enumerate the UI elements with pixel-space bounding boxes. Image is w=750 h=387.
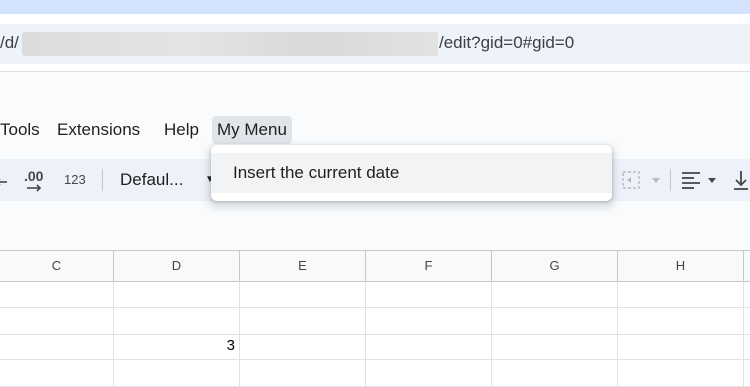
table-row: 3 [0,333,750,360]
column-header-d[interactable]: D [114,251,240,281]
cell[interactable] [366,281,492,307]
menu-extensions[interactable]: Extensions [52,116,145,144]
cell[interactable] [618,308,744,334]
cell[interactable] [240,281,366,307]
my-menu-dropdown: Insert the current date [211,145,612,201]
cell[interactable] [0,308,114,334]
decrease-decimal-icon [0,179,7,185]
spreadsheet-grid[interactable]: C D E F G H 3 [0,250,750,387]
url-field[interactable]: /d/ /edit?gid=0#gid=0 [0,24,750,64]
column-header-h[interactable]: H [618,251,744,281]
url-suffix: /edit?gid=0#gid=0 [439,33,575,52]
cell[interactable] [492,360,618,386]
cell[interactable] [618,281,744,307]
menu-item-insert-current-date[interactable]: Insert the current date [211,153,612,193]
redacted-document-id [22,32,438,56]
cell[interactable] [618,333,744,359]
column-header-f[interactable]: F [366,251,492,281]
font-family-select[interactable]: Defaul... ▼ [120,159,216,201]
menu-item-label: Insert the current date [233,163,400,182]
toolbar-separator [670,169,671,191]
number-format-button[interactable]: 123 [64,159,90,201]
table-row [0,308,750,335]
table-row [0,360,750,387]
menu-help[interactable]: Help [159,116,204,144]
url-prefix: /d/ [0,33,19,52]
column-header-e[interactable]: E [240,251,366,281]
cell[interactable] [0,333,114,359]
font-family-value: Defaul... [120,170,184,189]
cell[interactable] [492,333,618,359]
vertical-align-bottom-icon [734,171,748,190]
decrease-decimal-button[interactable] [0,159,10,201]
browser-top-strip [0,0,750,14]
table-row [0,281,750,308]
align-left-icon [682,172,716,189]
column-header-g[interactable]: G [492,251,618,281]
toolbar-separator [102,169,103,191]
horizontal-align-button[interactable] [680,159,722,201]
merge-cells-icon [622,171,660,189]
cell[interactable] [366,360,492,386]
column-header-row: C D E F G H [0,250,750,282]
cell[interactable] [0,281,114,307]
increase-decimal-button[interactable]: .00 [24,159,50,201]
cell[interactable] [240,308,366,334]
cell[interactable] [366,333,492,359]
cell-d3[interactable]: 3 [114,333,240,359]
menu-my-menu[interactable]: My Menu [212,116,292,144]
vertical-align-button[interactable] [732,159,750,201]
cell[interactable] [492,281,618,307]
cell[interactable] [114,308,240,334]
cell[interactable] [114,360,240,386]
cell[interactable] [492,308,618,334]
cell[interactable] [240,333,366,359]
cell[interactable] [0,360,114,386]
cell[interactable] [618,360,744,386]
cell[interactable] [114,281,240,307]
merge-cells-button[interactable] [620,159,664,201]
cell[interactable] [240,360,366,386]
address-bar[interactable]: /d/ /edit?gid=0#gid=0 [0,14,750,72]
menu-tools[interactable]: Tools [0,116,45,144]
column-header-c[interactable]: C [0,251,114,281]
increase-decimal-arrow-icon [27,184,42,192]
cell[interactable] [366,308,492,334]
